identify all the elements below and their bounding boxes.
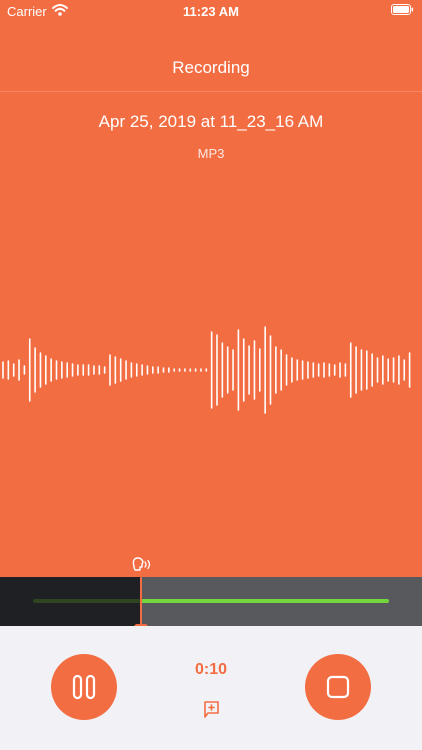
timeline-track-past bbox=[33, 599, 141, 603]
recording-screen: Carrier 11:23 AM Recording Apr 25, 2019 … bbox=[0, 0, 422, 750]
nav-title: Recording bbox=[172, 58, 250, 77]
stop-button[interactable] bbox=[305, 654, 371, 720]
nav-divider bbox=[0, 91, 422, 92]
playhead-line bbox=[140, 577, 142, 630]
voice-activity-icon bbox=[132, 557, 151, 571]
pause-icon bbox=[72, 674, 96, 700]
pause-button[interactable] bbox=[51, 654, 117, 720]
status-bar: Carrier 11:23 AM bbox=[0, 0, 422, 22]
status-time: 11:23 AM bbox=[183, 4, 239, 19]
recording-format: MP3 bbox=[197, 146, 225, 161]
add-marker-icon[interactable] bbox=[199, 698, 223, 720]
playback-controls: 0:10 bbox=[0, 626, 422, 750]
timeline-scrubber[interactable] bbox=[0, 577, 422, 626]
stop-icon bbox=[326, 675, 350, 699]
recording-panel bbox=[0, 0, 422, 577]
recording-name[interactable]: Apr 25, 2019 at 11_23_16 AM bbox=[0, 112, 422, 132]
waveform bbox=[2, 326, 411, 414]
elapsed-time: 0:10 bbox=[194, 661, 228, 678]
battery-icon bbox=[391, 4, 414, 15]
timeline-track-future bbox=[141, 599, 389, 603]
